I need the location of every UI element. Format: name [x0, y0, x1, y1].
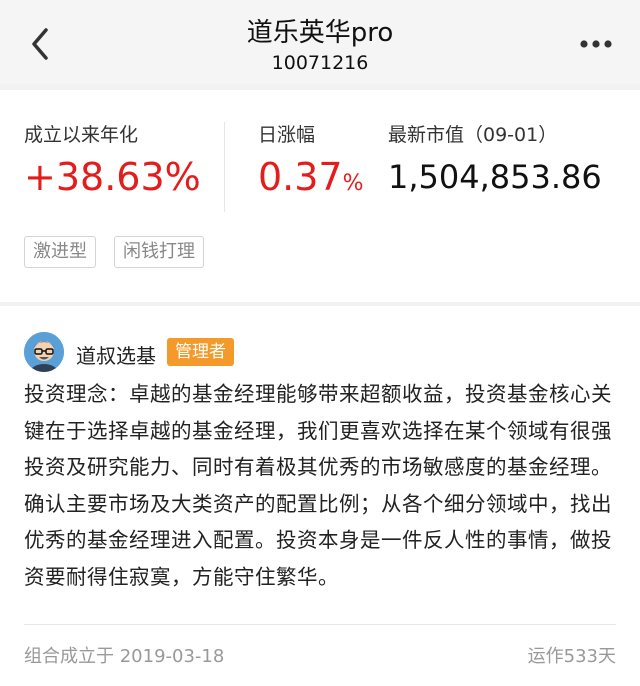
portfolio-code: 10071216: [271, 52, 369, 74]
risk-tag: 激进型: [24, 236, 96, 268]
top-nav-bar: 道乐英华pro 10071216: [0, 0, 640, 84]
investment-philosophy: 投资理念：卓越的基金经理能够带来超额收益，投资基金核心关键在于选择卓越的基金经理…: [24, 382, 612, 589]
page-title: 道乐英华pro: [246, 18, 394, 48]
daily-change-value: 0.37: [258, 155, 343, 199]
avatar[interactable]: [24, 332, 64, 372]
usage-tag: 闲钱打理: [114, 236, 204, 268]
market-value-label: 最新市值（09-01）: [388, 124, 558, 146]
daily-change: 0.37%: [258, 154, 364, 207]
annualized-return-label: 成立以来年化: [24, 124, 139, 146]
established-date: 组合成立于 2019-03-18: [24, 646, 225, 667]
running-days: 运作533天: [527, 646, 616, 667]
footer-divider: [24, 624, 616, 625]
daily-change-percent-sign: %: [342, 171, 364, 196]
daily-change-label: 日涨幅: [258, 124, 316, 146]
annualized-return-value: +38.63%: [24, 155, 201, 199]
market-value: 1,504,853.86: [388, 158, 602, 196]
manager-name[interactable]: 道叔选基: [76, 340, 156, 369]
stats-divider: [224, 122, 225, 212]
more-dots-icon[interactable]: [576, 32, 616, 56]
manager-badge: 管理者: [167, 338, 234, 366]
manager-section: 道叔选基 管理者 投资理念：卓越的基金经理能够带来超额收益，投资基金核心关键在于…: [0, 306, 640, 686]
performance-card: 成立以来年化 +38.63% 日涨幅 0.37% 最新市值（09-01） 1,5…: [0, 90, 640, 302]
